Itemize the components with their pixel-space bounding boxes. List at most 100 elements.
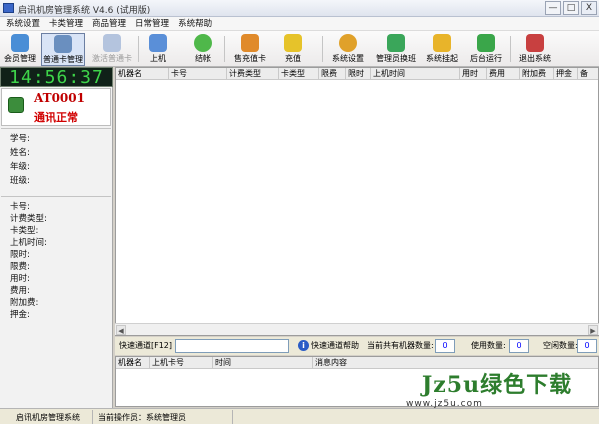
menu-daily[interactable]: 日常管理	[135, 17, 169, 30]
grid-header: 机器名 上机卡号 时间 消息内容	[116, 357, 598, 369]
grid-header: 机器名 卡号 计费类型 卡类型 限费 限时 上机时间 用时 费用 附加费 押金 …	[116, 68, 598, 80]
exit-button[interactable]: 退出系统	[515, 33, 555, 66]
toolbar-separator	[322, 36, 323, 62]
field-label: 限费:	[10, 262, 30, 272]
app-icon	[3, 3, 14, 13]
field-label: 费用:	[10, 286, 30, 296]
field-label: 班级:	[10, 176, 30, 186]
column-header[interactable]: 限时	[346, 68, 371, 79]
student-info: 学号: 姓名: 年级: 班级:	[10, 132, 30, 188]
connection-status-box: AT0001 通讯正常	[1, 88, 111, 126]
activate-card-button[interactable]: 激活普通卡	[90, 33, 134, 66]
used-label: 使用数量:	[471, 341, 506, 350]
column-header[interactable]: 备	[578, 68, 598, 79]
close-button[interactable]: X	[581, 1, 597, 15]
idle-label: 空闲数量:	[543, 341, 578, 350]
column-header[interactable]: 计费类型	[227, 68, 279, 79]
total-machines-label: 当前共有机器数量:	[367, 341, 434, 350]
card-info: 卡号: 计费类型: 卡类型: 上机时间: 限时: 限费: 用时: 费用: 附加费…	[10, 200, 47, 320]
column-header[interactable]: 消息内容	[313, 357, 596, 368]
status-bar: 启讯机房管理系统 当前操作员：系统管理员	[0, 408, 599, 424]
suspend-button[interactable]: 系统挂起	[422, 33, 462, 66]
column-header[interactable]: 费用	[487, 68, 520, 79]
watermark-title: Jz5u绿色下载	[421, 372, 573, 398]
total-machines-value: 0	[435, 339, 455, 353]
sell-card-icon	[241, 34, 259, 52]
toolbar-separator	[138, 36, 139, 62]
field-label: 用时:	[10, 274, 30, 284]
field-label: 计费类型:	[10, 214, 47, 224]
column-header[interactable]: 卡号	[169, 68, 227, 79]
toolbar: 会员管理 普通卡管理 激活普通卡 上机 结帐 售充值卡 充值 系统设置 管理员换…	[0, 31, 599, 67]
column-header[interactable]: 附加费	[520, 68, 554, 79]
column-header[interactable]: 上机时间	[371, 68, 460, 79]
connection-status: 通讯正常	[34, 111, 78, 124]
connection-icon	[8, 97, 24, 113]
title-bar: 启讯机房管理系统 V4.6 (试用版) — □ X	[0, 0, 599, 17]
gear-icon	[339, 34, 357, 52]
recharge-icon	[284, 34, 302, 52]
field-label: 学号:	[10, 134, 30, 144]
status-divider	[92, 410, 93, 424]
field-label: 卡类型:	[10, 226, 39, 236]
sell-card-button[interactable]: 售充值卡	[230, 33, 270, 66]
field-label: 卡号:	[10, 202, 30, 212]
exit-icon	[526, 34, 544, 52]
card-manage-icon	[54, 35, 72, 53]
quick-channel-input[interactable]	[175, 339, 289, 353]
field-label: 年级:	[10, 162, 30, 172]
minimize-button[interactable]: —	[545, 1, 561, 15]
members-button[interactable]: 会员管理	[3, 33, 37, 66]
column-header[interactable]: 时间	[213, 357, 313, 368]
info-icon[interactable]: i	[298, 340, 309, 351]
quick-channel-bar: 快速通道[F12] i 快速通道帮助 当前共有机器数量: 0 使用数量: 0 空…	[115, 337, 599, 355]
shift-icon	[387, 34, 405, 52]
lock-icon	[433, 34, 451, 52]
background-icon	[477, 34, 495, 52]
clock-display: 14:56:37	[0, 67, 113, 88]
checkout-icon	[194, 34, 212, 52]
field-label: 附加费:	[10, 298, 39, 308]
login-computer-button[interactable]: 上机	[143, 33, 173, 66]
column-header[interactable]: 机器名	[116, 68, 169, 79]
divider	[1, 196, 111, 197]
menu-system-settings[interactable]: 系统设置	[6, 17, 40, 30]
column-header[interactable]: 用时	[460, 68, 487, 79]
toolbar-separator	[510, 36, 511, 62]
column-header[interactable]: 限费	[319, 68, 346, 79]
quick-channel-help-link[interactable]: 快速通道帮助	[311, 340, 359, 351]
column-header[interactable]: 押金	[554, 68, 578, 79]
machine-grid[interactable]: 机器名 卡号 计费类型 卡类型 限费 限时 上机时间 用时 费用 附加费 押金 …	[115, 67, 599, 336]
status-divider	[232, 410, 233, 424]
menu-card-types[interactable]: 卡类管理	[49, 17, 83, 30]
menu-bar: 系统设置 卡类管理 商品管理 日常管理 系统帮助	[0, 17, 599, 31]
activate-card-icon	[103, 34, 121, 52]
scroll-left-icon[interactable]: ◀	[116, 325, 126, 335]
background-run-button[interactable]: 后台运行	[466, 33, 506, 66]
menu-help[interactable]: 系统帮助	[178, 17, 212, 30]
card-manage-button[interactable]: 普通卡管理	[41, 33, 85, 66]
maximize-button[interactable]: □	[563, 1, 579, 15]
column-header[interactable]: 卡类型	[279, 68, 319, 79]
field-label: 押金:	[10, 310, 30, 320]
field-label: 上机时间:	[10, 238, 47, 248]
field-label: 限时:	[10, 250, 30, 260]
status-app-name: 启讯机房管理系统	[16, 413, 80, 422]
column-header[interactable]: 上机卡号	[150, 357, 213, 368]
computer-icon	[149, 34, 167, 52]
used-value: 0	[509, 339, 529, 353]
machine-id: AT0001	[34, 91, 85, 105]
settings-button[interactable]: 系统设置	[328, 33, 368, 66]
horizontal-scrollbar[interactable]: ◀ ▶	[115, 323, 599, 335]
column-header[interactable]: 机器名	[116, 357, 150, 368]
toolbar-separator	[224, 36, 225, 62]
window-title: 启讯机房管理系统 V4.6 (试用版)	[18, 6, 151, 16]
scroll-right-icon[interactable]: ▶	[588, 325, 598, 335]
menu-products[interactable]: 商品管理	[92, 17, 126, 30]
shift-change-button[interactable]: 管理员换班	[373, 33, 419, 66]
recharge-button[interactable]: 充值	[278, 33, 308, 66]
quick-channel-label: 快速通道[F12]	[119, 341, 173, 350]
checkout-button[interactable]: 结帐	[188, 33, 218, 66]
field-label: 姓名:	[10, 148, 30, 158]
left-panel: AT0001 通讯正常 学号: 姓名: 年级: 班级: 卡号: 计费类型: 卡类…	[0, 87, 113, 408]
